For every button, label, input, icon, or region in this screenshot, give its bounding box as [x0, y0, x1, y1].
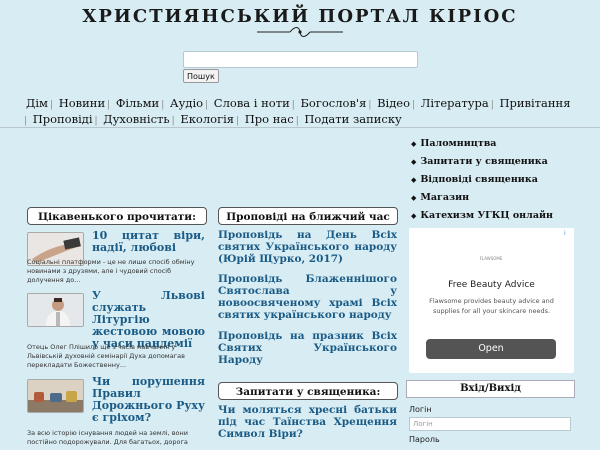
- upcoming-sermons-header: Проповіді на ближчий час: [218, 207, 398, 225]
- nav-separator: |: [412, 100, 416, 110]
- main-nav-row-1: Дім | Новини | Фільми | Аудіо | Слова і ноти…: [26, 96, 570, 110]
- nav-item-lyrics[interactable]: Слова і ноти: [214, 96, 290, 110]
- article-desc: Отець Олег Плішило ще з часів навчання у…: [27, 343, 185, 369]
- login-input[interactable]: [409, 417, 571, 431]
- priest-photo-icon: [28, 294, 83, 326]
- nav-separator: |: [295, 116, 299, 126]
- nav-item-video[interactable]: Відео: [377, 96, 410, 110]
- article-desc: Соціальні платформи - це не лише спосіб …: [27, 258, 195, 284]
- ad-open-button[interactable]: Open: [426, 339, 556, 359]
- nav-separator: |: [107, 100, 111, 110]
- ad-info-icon[interactable]: i: [564, 230, 572, 238]
- nav-item-home[interactable]: Дім: [26, 96, 48, 110]
- search-input[interactable]: [183, 51, 418, 68]
- ask-priest-header: Запитати у священика:: [218, 382, 398, 400]
- article-title[interactable]: У Львові служать Літургію жестовою мовою…: [92, 290, 205, 350]
- quick-link-priest-answers[interactable]: ◆ Відповіді священика: [411, 173, 553, 191]
- login-header: Вхід/Вихід: [406, 380, 575, 398]
- search-button[interactable]: Пошук: [183, 69, 219, 83]
- nav-separator: |: [94, 116, 98, 126]
- quick-link-pilgrimages[interactable]: ◆ Паломництва: [411, 137, 553, 155]
- advertisement[interactable]: i FLAWSOME Free Beauty Advice Flawsome p…: [409, 228, 574, 373]
- ad-brand: FLAWSOME: [480, 256, 503, 261]
- article-desc: За всю історію існування людей на землі,…: [27, 429, 188, 446]
- nav-separator: |: [49, 100, 54, 110]
- nav-separator: |: [161, 100, 165, 110]
- nav-separator: |: [291, 100, 295, 110]
- bullet-icon: ◆: [411, 211, 417, 220]
- nav-item-audio[interactable]: Аудіо: [170, 96, 203, 110]
- article-title[interactable]: 10 цитат віри, надії, любові: [92, 230, 205, 254]
- interesting-reads-header: Цікавенького прочитати:: [27, 207, 207, 225]
- site-title[interactable]: ХРИСТИЯНСЬКИЙ ПОРТАЛ КІРІОС: [0, 6, 600, 27]
- nav-separator: |: [236, 116, 240, 126]
- nav-item-sermons[interactable]: Проповіді: [33, 112, 93, 126]
- nav-item-news[interactable]: Новини: [59, 96, 105, 110]
- sermon-link[interactable]: Проповідь Блаженнішого Святослава у ново…: [218, 273, 397, 321]
- article-title[interactable]: Чи порушення Правил Дорожнього Руху є гр…: [92, 376, 205, 424]
- nav-divider: [0, 127, 600, 128]
- bullet-icon: ◆: [411, 157, 417, 166]
- nav-item-films[interactable]: Фільми: [116, 96, 159, 110]
- page: ХРИСТИЯНСЬКИЙ ПОРТАЛ КІРІОС Пошук Дім | Н…: [0, 0, 600, 450]
- nav-separator: |: [24, 116, 28, 126]
- nav-separator: |: [368, 100, 372, 110]
- nav-item-about[interactable]: Про нас: [245, 112, 294, 126]
- quick-link-catechism[interactable]: ◆ Катехизм УГКЦ онлайн: [411, 209, 553, 227]
- bullet-icon: ◆: [411, 175, 417, 184]
- quick-link-shop[interactable]: ◆ Магазин: [411, 191, 553, 209]
- login-label: Логін: [409, 405, 432, 414]
- bullet-icon: ◆: [411, 193, 417, 202]
- nav-separator: |: [490, 100, 494, 110]
- sermon-link[interactable]: Проповідь на День Всіх святих Українсько…: [218, 229, 397, 265]
- title-ornament-icon: [257, 27, 343, 37]
- nav-item-submit-note[interactable]: Подати записку: [304, 112, 401, 126]
- nav-item-literature[interactable]: Література: [421, 96, 489, 110]
- nav-item-ecology[interactable]: Екологія: [180, 112, 234, 126]
- nav-item-theology[interactable]: Богослов'я: [300, 96, 366, 110]
- ad-title: Free Beauty Advice: [448, 280, 535, 290]
- main-nav-row-2: | Проповіді | Духовність | Екологія | Про н…: [22, 112, 402, 126]
- quick-links: ◆ Паломництва ◆ Запитати у священика ◆ Відп…: [411, 137, 553, 227]
- question-link[interactable]: Чи моляться хресні батьки під час Таїнст…: [218, 404, 397, 440]
- nav-item-greetings[interactable]: Привітання: [499, 96, 570, 110]
- bullet-icon: ◆: [411, 139, 417, 148]
- ad-text: Flawsome provides beauty advice and supp…: [429, 297, 554, 315]
- article-thumbnail[interactable]: [27, 379, 84, 413]
- brand-logo-icon: FLAWSOME: [480, 256, 503, 261]
- nav-item-spirituality[interactable]: Духовність: [103, 112, 169, 126]
- sermon-link[interactable]: Проповідь на празник Всіх Святих Українс…: [218, 330, 397, 366]
- road-photo-icon: [28, 380, 83, 412]
- article-thumbnail[interactable]: [27, 293, 84, 327]
- nav-separator: |: [171, 116, 175, 126]
- quick-link-ask-priest[interactable]: ◆ Запитати у священика: [411, 155, 553, 173]
- password-label: Пароль: [409, 435, 440, 444]
- nav-separator: |: [205, 100, 209, 110]
